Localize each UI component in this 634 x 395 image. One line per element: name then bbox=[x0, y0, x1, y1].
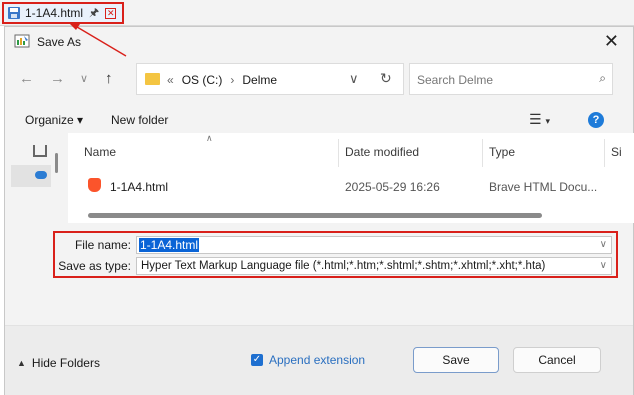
file-name-label: File name: bbox=[74, 238, 131, 252]
file-row[interactable]: 1-1A4.html 2025-05-29 16:26 Brave HTML D… bbox=[68, 173, 634, 199]
dialog-title: Save As bbox=[37, 35, 82, 49]
address-row: ← → ∨ ↑ « OS (C:) › Delme ∨ ↻ Search Del… bbox=[5, 61, 633, 95]
breadcrumb-overflow[interactable]: « bbox=[167, 73, 174, 87]
checkbox-checked-icon[interactable]: ✓ bbox=[251, 354, 263, 366]
horizontal-scrollbar[interactable] bbox=[88, 213, 542, 218]
save-as-dialog: Save As ✕ ← → ∨ ↑ « OS (C:) › Delme ∨ ↻ … bbox=[4, 26, 634, 395]
back-arrow-icon[interactable]: ← bbox=[19, 70, 34, 87]
save-as-type-value: Hyper Text Markup Language file (*.html;… bbox=[141, 260, 546, 272]
up-arrow-icon[interactable]: ↑ bbox=[105, 70, 113, 87]
file-name-selected-text: 1-1A4.html bbox=[139, 238, 200, 252]
organize-label: Organize bbox=[25, 113, 74, 127]
organize-button[interactable]: Organize ▾ bbox=[25, 113, 83, 127]
new-folder-button[interactable]: New folder bbox=[111, 113, 168, 127]
search-input[interactable]: Search Delme ⌕ bbox=[409, 63, 613, 95]
onedrive-cloud-icon bbox=[35, 171, 47, 179]
address-dropdown-icon[interactable]: ∨ bbox=[349, 71, 359, 87]
append-extension-checkbox[interactable]: ✓ Append extension bbox=[251, 353, 365, 367]
column-divider[interactable] bbox=[604, 139, 605, 167]
app-icon bbox=[14, 34, 30, 48]
search-icon: ⌕ bbox=[599, 71, 606, 85]
view-list-icon[interactable]: ☰ ▾ bbox=[529, 111, 550, 128]
home-icon[interactable] bbox=[33, 145, 47, 157]
history-chevron-icon[interactable]: ∨ bbox=[80, 72, 88, 85]
brave-html-icon bbox=[88, 178, 101, 192]
file-type: Brave HTML Docu... bbox=[489, 180, 598, 194]
nav-scrollbar[interactable] bbox=[55, 153, 58, 173]
editor-tab[interactable]: 1-1A4.html 🖈 ✕ bbox=[2, 2, 124, 24]
caret-up-icon: ▲ bbox=[17, 358, 26, 368]
editor-tab-strip: 1-1A4.html 🖈 ✕ bbox=[0, 0, 634, 26]
breadcrumb-separator: › bbox=[230, 73, 235, 87]
address-bar[interactable]: « OS (C:) › Delme ∨ ↻ bbox=[136, 63, 404, 95]
column-divider[interactable] bbox=[338, 139, 339, 167]
save-button[interactable]: Save bbox=[413, 347, 499, 373]
forward-arrow-icon[interactable]: → bbox=[50, 70, 65, 87]
filename-fields-highlight: File name: 1-1A4.html ∨ Save as type: Hy… bbox=[53, 231, 618, 278]
dialog-titlebar: Save As ✕ bbox=[5, 27, 633, 57]
navigation-pane bbox=[5, 139, 67, 221]
hide-folders-label: Hide Folders bbox=[31, 356, 100, 370]
breadcrumb-folder[interactable]: Delme bbox=[242, 73, 277, 87]
cancel-button[interactable]: Cancel bbox=[513, 347, 601, 373]
column-header-type[interactable]: Type bbox=[489, 145, 515, 159]
file-list: ∧ Name Date modified Type Si 1-1A4.html … bbox=[68, 133, 634, 223]
search-placeholder: Search Delme bbox=[417, 73, 494, 87]
file-name-input[interactable]: 1-1A4.html ∨ bbox=[136, 236, 612, 254]
close-tab-icon[interactable]: ✕ bbox=[105, 7, 117, 19]
dialog-close-button[interactable]: ✕ bbox=[604, 31, 619, 52]
chevron-down-icon[interactable]: ∨ bbox=[600, 239, 607, 250]
help-icon[interactable]: ? bbox=[588, 112, 604, 128]
refresh-icon[interactable]: ↻ bbox=[380, 70, 392, 87]
pin-icon[interactable]: 🖈 bbox=[89, 4, 99, 23]
sort-chevron-icon: ∧ bbox=[206, 133, 213, 143]
file-date: 2025-05-29 16:26 bbox=[345, 180, 440, 194]
file-name: 1-1A4.html bbox=[110, 180, 169, 194]
folder-icon bbox=[145, 73, 160, 85]
column-header-date[interactable]: Date modified bbox=[345, 145, 419, 159]
breadcrumb-root[interactable]: OS (C:) bbox=[182, 73, 223, 87]
breadcrumb: « OS (C:) › Delme bbox=[167, 73, 277, 87]
save-floppy-icon bbox=[8, 7, 20, 19]
append-extension-label: Append extension bbox=[269, 353, 366, 367]
hide-folders-button[interactable]: ▲ Hide Folders bbox=[17, 356, 100, 370]
save-as-type-label: Save as type: bbox=[58, 259, 131, 273]
chevron-down-icon[interactable]: ∨ bbox=[600, 260, 607, 271]
dialog-footer: ▲ Hide Folders ✓ Append extension Save C… bbox=[5, 325, 633, 395]
column-divider[interactable] bbox=[482, 139, 483, 167]
command-bar: Organize ▾ New folder ☰ ▾ ? bbox=[5, 107, 633, 133]
column-header-size[interactable]: Si bbox=[611, 145, 622, 159]
tab-label: 1-1A4.html bbox=[25, 6, 84, 20]
save-as-type-select[interactable]: Hyper Text Markup Language file (*.html;… bbox=[136, 257, 612, 275]
column-header-name[interactable]: Name bbox=[84, 145, 116, 159]
